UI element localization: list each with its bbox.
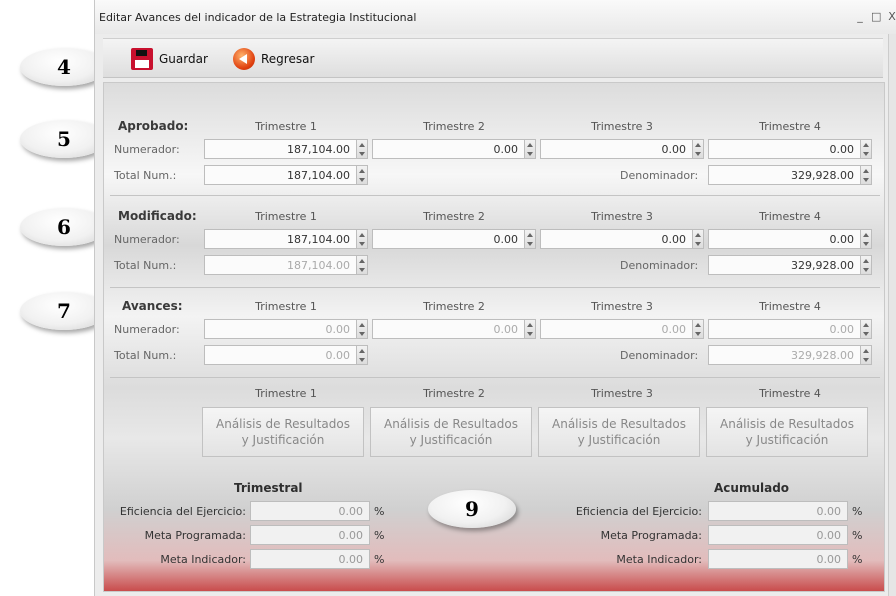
back-button[interactable]: Regresar bbox=[233, 48, 314, 70]
aprobado-num-q2[interactable]: 0.00 bbox=[372, 139, 536, 159]
aprobado-num-q1[interactable]: 187,104.00 bbox=[204, 139, 368, 159]
back-arrow-icon bbox=[233, 48, 255, 70]
quarter-header: Trimestre 2 bbox=[423, 120, 485, 133]
quarter-header: Trimestre 1 bbox=[255, 387, 317, 400]
minimize-button[interactable]: _ bbox=[855, 10, 865, 23]
pct-sign: % bbox=[852, 553, 863, 566]
pct-sign: % bbox=[852, 529, 863, 542]
pct-sign: % bbox=[374, 529, 385, 542]
analisis-button-q2[interactable]: Análisis de Resultados y Justificación bbox=[370, 407, 532, 457]
divider bbox=[110, 195, 880, 196]
numerador-label: Numerador: bbox=[114, 233, 180, 246]
quarter-header: Trimestre 4 bbox=[759, 387, 821, 400]
acum-meta-indicador[interactable]: 0.00 bbox=[708, 549, 848, 569]
pct-sign: % bbox=[852, 505, 863, 518]
maximize-button[interactable]: □ bbox=[871, 10, 881, 23]
total-label: Total Num.: bbox=[114, 259, 177, 272]
quarter-header: Trimestre 3 bbox=[591, 120, 653, 133]
aprobado-denominador[interactable]: 329,928.00 bbox=[708, 165, 872, 185]
modificado-num-q1[interactable]: 187,104.00 bbox=[204, 229, 368, 249]
avances-num-q3[interactable]: 0.00 bbox=[540, 319, 704, 339]
modificado-num-q3[interactable]: 0.00 bbox=[540, 229, 704, 249]
avances-num-q2[interactable]: 0.00 bbox=[372, 319, 536, 339]
quarter-header: Trimestre 2 bbox=[423, 210, 485, 223]
avances-num-q4[interactable]: 0.00 bbox=[708, 319, 872, 339]
aprobado-total[interactable]: 187,104.00 bbox=[204, 165, 368, 185]
total-label: Total Num.: bbox=[114, 169, 177, 182]
quarter-header: Trimestre 1 bbox=[255, 300, 317, 313]
meta-programada-label: Meta Programada: bbox=[144, 529, 246, 542]
meta-indicador-label: Meta Indicador: bbox=[616, 553, 702, 566]
modificado-num-q2[interactable]: 0.00 bbox=[372, 229, 536, 249]
pct-sign: % bbox=[374, 505, 385, 518]
trim-meta-indicador[interactable]: 0.00 bbox=[250, 549, 370, 569]
modificado-num-q4[interactable]: 0.00 bbox=[708, 229, 872, 249]
avances-num-q1[interactable]: 0.00 bbox=[204, 319, 368, 339]
back-label: Regresar bbox=[261, 52, 315, 66]
quarter-header: Trimestre 1 bbox=[255, 210, 317, 223]
total-label: Total Num.: bbox=[114, 349, 177, 362]
trimestral-title: Trimestral bbox=[234, 481, 303, 495]
quarter-header: Trimestre 4 bbox=[759, 120, 821, 133]
quarter-header: Trimestre 1 bbox=[255, 120, 317, 133]
close-button[interactable]: X bbox=[887, 10, 896, 23]
modificado-title: Modificado: bbox=[118, 209, 197, 223]
acum-eficiencia[interactable]: 0.00 bbox=[708, 501, 848, 521]
save-label: Guardar bbox=[159, 52, 208, 66]
pct-sign: % bbox=[374, 553, 385, 566]
quarter-header: Trimestre 2 bbox=[423, 300, 485, 313]
modificado-denominador[interactable]: 329,928.00 bbox=[708, 255, 872, 275]
avances-total[interactable]: 0.00 bbox=[204, 345, 368, 365]
avances-denominador[interactable]: 329,928.00 bbox=[708, 345, 872, 365]
analisis-button-q1[interactable]: Análisis de Resultados y Justificación bbox=[202, 407, 364, 457]
quarter-header: Trimestre 3 bbox=[591, 387, 653, 400]
analisis-button-q3[interactable]: Análisis de Resultados y Justificación bbox=[538, 407, 700, 457]
meta-programada-label: Meta Programada: bbox=[600, 529, 702, 542]
denominador-label: Denominador: bbox=[620, 349, 699, 362]
analisis-button-q4[interactable]: Análisis de Resultados y Justificación bbox=[706, 407, 868, 457]
divider bbox=[110, 377, 880, 378]
numerador-label: Numerador: bbox=[114, 143, 180, 156]
callout-9: 9 bbox=[428, 490, 516, 528]
window-title: Editar Avances del indicador de la Estra… bbox=[99, 11, 417, 24]
modificado-total[interactable]: 187,104.00 bbox=[204, 255, 368, 275]
aprobado-num-q4[interactable]: 0.00 bbox=[708, 139, 872, 159]
quarter-header: Trimestre 3 bbox=[591, 300, 653, 313]
aprobado-num-q3[interactable]: 0.00 bbox=[540, 139, 704, 159]
quarter-header: Trimestre 4 bbox=[759, 210, 821, 223]
toolbar: Guardar Regresar bbox=[103, 38, 883, 78]
trim-meta-programada[interactable]: 0.00 bbox=[250, 525, 370, 545]
window-controls: _ □ X bbox=[855, 10, 896, 23]
quarter-header: Trimestre 4 bbox=[759, 300, 821, 313]
numerador-label: Numerador: bbox=[114, 323, 180, 336]
aprobado-title: Aprobado: bbox=[118, 119, 189, 133]
acum-meta-programada[interactable]: 0.00 bbox=[708, 525, 848, 545]
eficiencia-label: Eficiencia del Ejercicio: bbox=[119, 505, 246, 518]
trim-eficiencia[interactable]: 0.00 bbox=[250, 501, 370, 521]
quarter-header: Trimestre 2 bbox=[423, 387, 485, 400]
floppy-disk-icon bbox=[131, 48, 153, 70]
denominador-label: Denominador: bbox=[620, 169, 699, 182]
meta-indicador-label: Meta Indicador: bbox=[160, 553, 246, 566]
save-button[interactable]: Guardar bbox=[131, 48, 208, 70]
title-bar: Editar Avances del indicador de la Estra… bbox=[95, 0, 896, 34]
denominador-label: Denominador: bbox=[620, 259, 699, 272]
acumulado-title: Acumulado bbox=[714, 481, 790, 495]
divider bbox=[110, 287, 880, 288]
vertical-scrollbar[interactable] bbox=[888, 34, 896, 596]
eficiencia-label: Eficiencia del Ejercicio: bbox=[575, 505, 702, 518]
avances-title: Avances: bbox=[122, 299, 183, 313]
quarter-header: Trimestre 3 bbox=[591, 210, 653, 223]
